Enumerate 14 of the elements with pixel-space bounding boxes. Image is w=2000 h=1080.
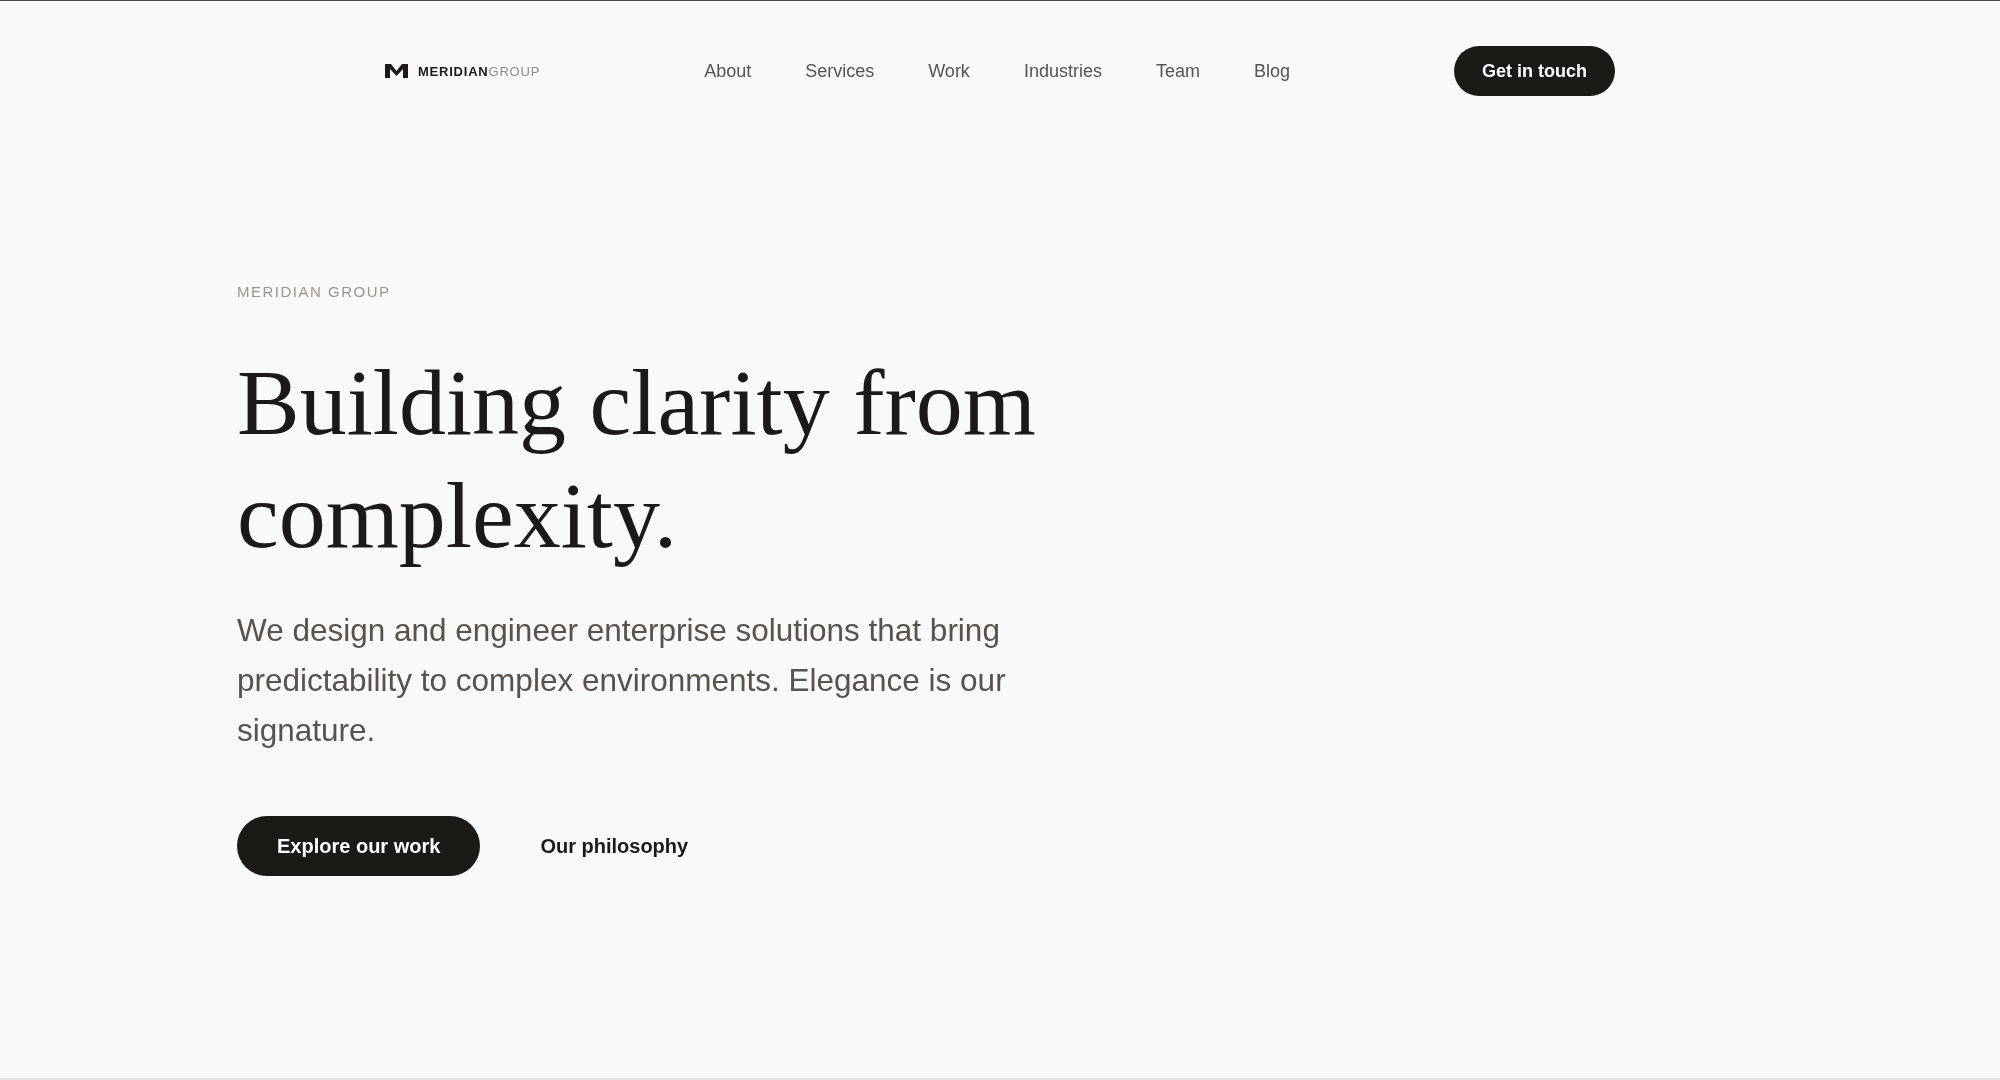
brand-wordmark[interactable]: MERIDIANGROUP <box>418 64 541 78</box>
nav-link[interactable]: Services <box>805 57 875 85</box>
eyebrow-label: MERIDIAN GROUP <box>237 282 391 302</box>
explore-work-button[interactable]: Explore our work <box>237 816 481 876</box>
logo-icon[interactable] <box>385 64 408 78</box>
nav-link[interactable]: About <box>704 57 752 85</box>
get-in-touch-button[interactable]: Get in touch <box>1454 46 1615 96</box>
hero-description: We design and engineer enterprise solutions that bring predictability to complex environments. Elegance is our signature. <box>237 611 1007 750</box>
nav-link[interactable]: Industries <box>1023 57 1102 85</box>
nav-link[interactable]: Blog <box>1253 57 1290 85</box>
hero-headline: Building clarity from complexity. <box>237 349 1037 569</box>
nav-link[interactable]: Team <box>1155 57 1200 85</box>
philosophy-link[interactable]: Our philosophy <box>540 831 689 861</box>
nav-link[interactable]: Work <box>928 57 970 85</box>
